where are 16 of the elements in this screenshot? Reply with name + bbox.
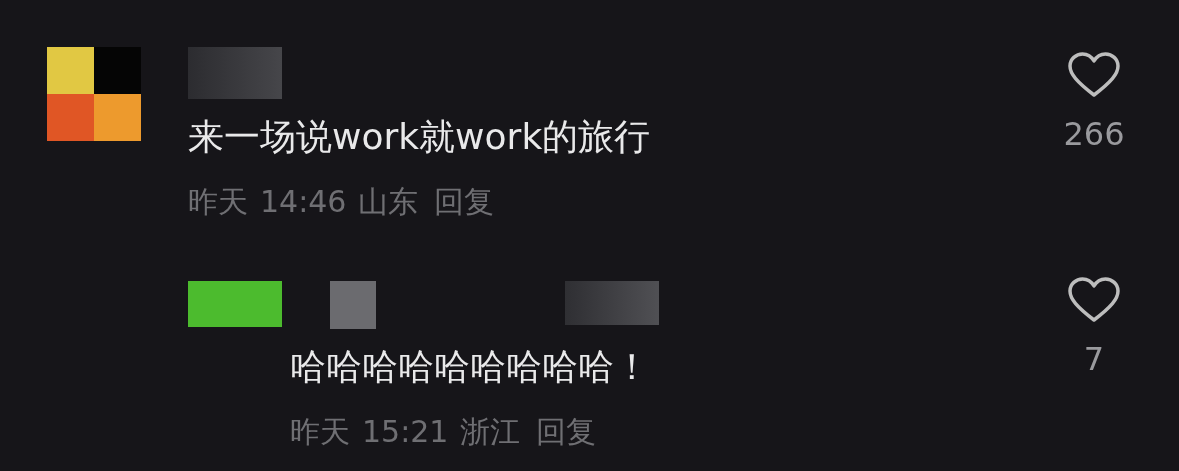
comment-text: 来一场说work就work的旅行 <box>188 119 652 155</box>
heart-icon[interactable] <box>1067 52 1121 98</box>
redacted-username <box>330 281 376 329</box>
comment-date: 昨天 <box>290 417 350 447</box>
comment-date: 昨天 <box>188 187 248 217</box>
like-count: 266 <box>1063 118 1125 150</box>
avatar-icon[interactable] <box>47 47 141 141</box>
comment-location: 浙江 <box>460 417 521 447</box>
heart-icon[interactable] <box>1067 277 1121 323</box>
reply-link[interactable]: 回复 <box>536 417 597 447</box>
comment-time: 14:46 <box>260 187 347 217</box>
like-count: 7 <box>1083 343 1105 375</box>
reply-text: 哈哈哈哈哈哈哈哈哈！ <box>290 349 651 385</box>
reply-link[interactable]: 回复 <box>434 187 495 217</box>
comment-location: 山东 <box>358 187 419 217</box>
comment-time: 15:21 <box>362 417 449 447</box>
